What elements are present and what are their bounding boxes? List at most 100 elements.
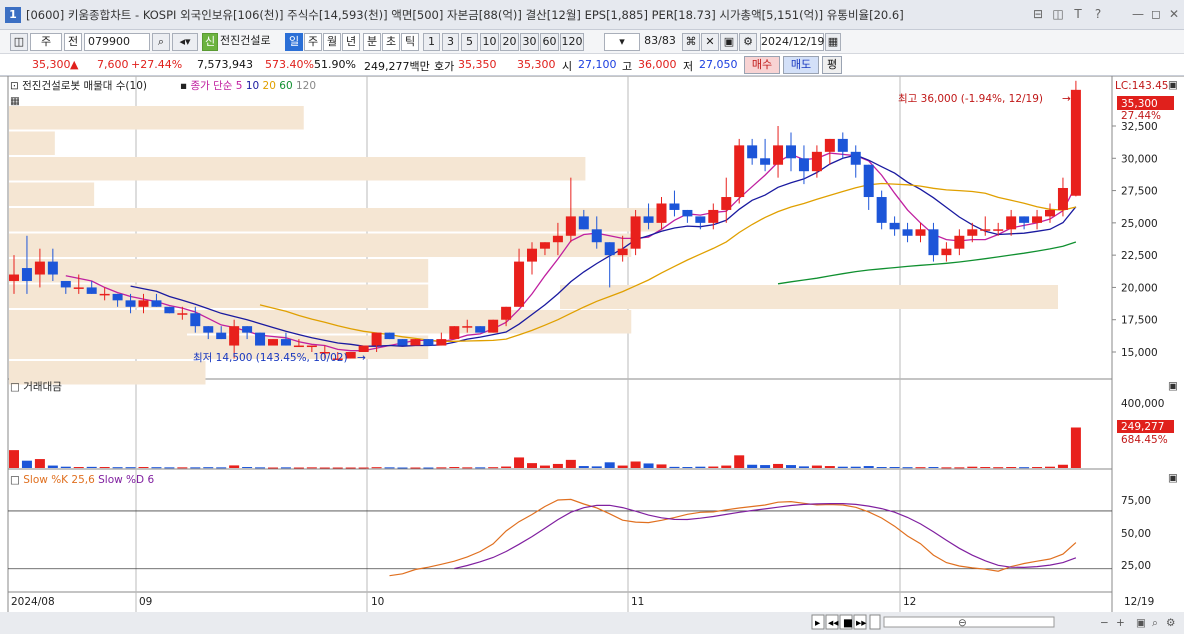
price-tick-label: 22,500 — [1121, 250, 1158, 262]
stoch-panel-max-icon[interactable]: ▣ — [1168, 472, 1178, 484]
date-input[interactable]: 2024/12/19 — [760, 33, 824, 51]
candle-body — [682, 209, 693, 217]
candle-body — [760, 158, 771, 165]
period-day[interactable]: 일 — [285, 33, 303, 51]
zoom-slider[interactable] — [883, 616, 1055, 628]
candle-body — [539, 242, 550, 249]
candle-body — [86, 287, 97, 294]
sell-button[interactable]: 매도 — [783, 56, 819, 74]
volume-bar — [1045, 466, 1055, 468]
price-tick-label: 20,000 — [1121, 282, 1158, 294]
turnover-ratio: 51.90% — [314, 58, 356, 71]
minimize-icon[interactable]: — — [1130, 6, 1146, 22]
maximize-icon[interactable]: ◻ — [1148, 6, 1164, 22]
layout-icon[interactable]: ⊟ — [1030, 6, 1046, 22]
settings-icon[interactable]: ⚙ — [739, 33, 757, 51]
zoom-in-icon[interactable]: + — [1116, 617, 1125, 629]
volume-pct-tag: 684.45% — [1121, 434, 1168, 446]
search-icon[interactable]: ⌕ — [152, 33, 170, 51]
title-bar: 1 [0600] 키움종합차트 - KOSPI 외국인보유[106(천)] 주식… — [0, 0, 1184, 30]
full-icon[interactable]: ▣ — [1136, 617, 1146, 629]
buy-button[interactable]: 매수 — [744, 56, 780, 74]
period-week[interactable]: 주 — [304, 33, 322, 51]
volume-bar — [436, 467, 447, 469]
chart-type-icon[interactable]: ◫ — [10, 33, 28, 51]
split-icon[interactable]: ◫ — [1050, 6, 1066, 22]
volume-bar — [60, 466, 71, 468]
candle-body — [488, 319, 499, 333]
eval-button[interactable]: 평 — [822, 56, 842, 74]
interval-30[interactable]: 30 — [520, 33, 539, 51]
panel-max-icon[interactable]: ▣ — [1168, 79, 1178, 91]
custom-interval-input[interactable]: ▾ — [604, 33, 640, 51]
volume-bar — [475, 467, 486, 469]
save-icon[interactable]: ▣ — [720, 33, 738, 51]
volume-bar — [786, 465, 796, 468]
volume-bar — [708, 466, 719, 468]
candle-body — [1032, 216, 1043, 223]
font-icon[interactable]: T — [1070, 6, 1086, 22]
interval-20[interactable]: 20 — [500, 33, 519, 51]
interval-5[interactable]: 5 — [461, 33, 478, 51]
x-label-oct: 10 — [371, 596, 384, 608]
interval-120[interactable]: 120 — [560, 33, 584, 51]
zoom-handle-icon[interactable]: ⊖ — [958, 617, 967, 629]
candle-body — [268, 339, 278, 346]
zoom-out-icon[interactable]: − — [1100, 617, 1109, 629]
scope-select[interactable]: 전 — [64, 33, 82, 51]
period-year[interactable]: 년 — [342, 33, 360, 51]
candle-body — [255, 332, 266, 346]
candle-body — [695, 216, 706, 223]
interval-3[interactable]: 3 — [442, 33, 459, 51]
volume-bar — [876, 467, 887, 469]
volume-bar — [967, 466, 978, 468]
volume-bar — [488, 467, 499, 469]
market-select[interactable]: 주 — [30, 33, 62, 51]
volume-bar — [837, 466, 848, 468]
interval-1[interactable]: 1 — [423, 33, 440, 51]
volume-bar — [86, 466, 97, 468]
calendar-icon[interactable]: ▦ — [825, 33, 841, 51]
candle-body — [902, 229, 913, 236]
candle-body — [177, 313, 188, 315]
close-icon[interactable]: ✕ — [1166, 6, 1182, 22]
volume-panel-max-icon[interactable]: ▣ — [1168, 380, 1178, 392]
candle-body — [125, 300, 136, 307]
search-chart-icon[interactable]: ⌕ — [1152, 617, 1158, 629]
volume-profile-bar — [9, 157, 586, 181]
volume-bar — [190, 467, 201, 469]
volume-percent: 573.40% — [265, 58, 314, 71]
settings-chart-icon[interactable]: ⚙ — [1166, 617, 1175, 629]
volume-bar — [578, 466, 589, 468]
period-minute[interactable]: 분 — [363, 33, 381, 51]
candle-body — [786, 145, 796, 159]
candle-body — [643, 216, 654, 223]
volume-profile-bar — [9, 182, 95, 206]
volume-bar — [902, 467, 913, 469]
interval-10[interactable]: 10 — [480, 33, 499, 51]
compare-icon[interactable]: ⌘ — [682, 33, 700, 51]
candle-body — [306, 345, 317, 348]
period-month[interactable]: 월 — [323, 33, 341, 51]
sound-icon[interactable]: ◂▾ — [172, 33, 198, 51]
candle-body — [552, 235, 563, 243]
volume-bar — [99, 467, 110, 469]
help-icon[interactable]: ? — [1090, 6, 1106, 22]
period-second[interactable]: 초 — [382, 33, 400, 51]
volume-bar — [47, 465, 58, 468]
scroll-controls[interactable]: ▸ ◂◂ ■ ▸▸ — [811, 614, 881, 630]
volume-bar — [760, 465, 771, 468]
code-input[interactable]: 079900 — [84, 33, 150, 51]
period-tick[interactable]: 틱 — [401, 33, 419, 51]
volume-bar — [358, 467, 369, 469]
volume-bar — [552, 463, 563, 468]
volume-bar — [656, 464, 667, 468]
low-annotation: 최저 14,500 (143.45%, 10/02) — [193, 352, 348, 364]
candle-body — [527, 248, 537, 262]
grid-icon[interactable]: ▦ — [10, 95, 20, 107]
volume-bar — [332, 467, 343, 469]
interval-60[interactable]: 60 — [540, 33, 559, 51]
crosshair-icon[interactable]: ✕ — [701, 33, 719, 51]
price-tick-label: 17,500 — [1121, 315, 1158, 327]
chart-area[interactable]: ⊡ 전진건설로봇 매물대 수(10) ▪ 종가 단순 5 10 20 60 12… — [0, 76, 1184, 634]
